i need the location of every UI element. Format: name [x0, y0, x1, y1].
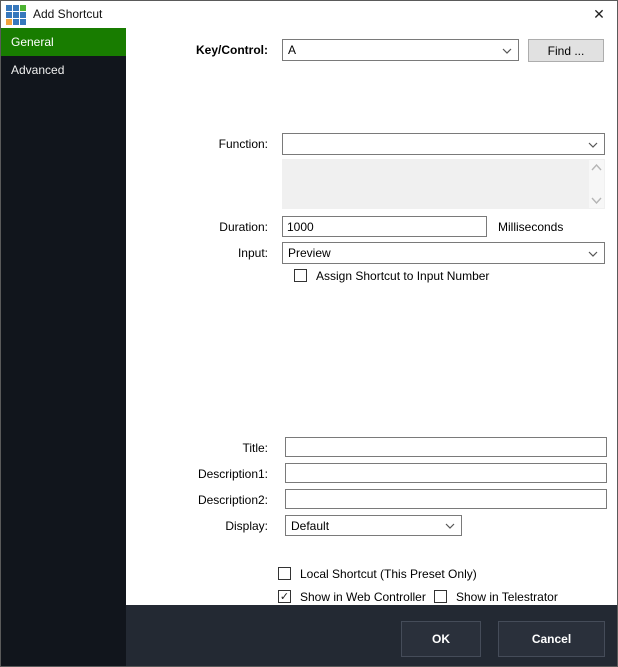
display-label: Display: [126, 515, 268, 537]
key-control-select[interactable]: A [282, 39, 519, 61]
listbox-scrollbar[interactable] [589, 160, 604, 208]
local-shortcut-row: Local Shortcut (This Preset Only) [126, 567, 617, 582]
sidebar-item-advanced[interactable]: Advanced [1, 56, 126, 84]
title-bar: Add Shortcut ✕ [1, 1, 617, 28]
cancel-button[interactable]: Cancel [498, 621, 605, 657]
add-shortcut-dialog: Add Shortcut ✕ General Advanced Key/Cont… [0, 0, 618, 667]
web-controller-label: Show in Web Controller [300, 590, 426, 605]
scroll-down-icon[interactable] [591, 197, 602, 204]
key-control-value: A [288, 43, 296, 57]
description2-input[interactable] [285, 489, 607, 509]
app-grid-icon [6, 5, 26, 25]
ok-button[interactable]: OK [401, 621, 481, 657]
local-shortcut-label: Local Shortcut (This Preset Only) [300, 567, 477, 582]
telestrator-label: Show in Telestrator [456, 590, 558, 605]
description1-label: Description1: [126, 463, 268, 485]
telestrator-checkbox[interactable] [434, 590, 447, 603]
duration-input[interactable] [282, 216, 487, 237]
assign-shortcut-label: Assign Shortcut to Input Number [316, 269, 489, 284]
input-value: Preview [288, 246, 331, 260]
sidebar-item-general[interactable]: General [1, 28, 126, 56]
input-select[interactable]: Preview [282, 242, 605, 264]
assign-shortcut-checkbox[interactable] [294, 269, 307, 282]
sidebar-item-label: General [11, 35, 54, 49]
key-control-label: Key/Control: [126, 39, 268, 61]
chevron-down-icon [588, 251, 598, 257]
function-select[interactable] [282, 133, 605, 155]
input-label: Input: [126, 242, 268, 264]
duration-label: Duration: [126, 216, 268, 238]
chevron-down-icon [588, 142, 598, 148]
window-title: Add Shortcut [33, 1, 102, 28]
description2-label: Description2: [126, 489, 268, 511]
sidebar: General Advanced [1, 28, 126, 666]
sidebar-item-label: Advanced [11, 63, 64, 77]
assign-shortcut-row: Assign Shortcut to Input Number [126, 269, 617, 284]
footer-bar: OK Cancel [126, 605, 617, 666]
scroll-up-icon[interactable] [591, 164, 602, 171]
display-select[interactable]: Default [285, 515, 462, 536]
chevron-down-icon [502, 48, 512, 54]
function-listbox[interactable] [282, 159, 605, 209]
display-value: Default [291, 519, 329, 533]
chevron-down-icon [445, 523, 455, 529]
close-icon[interactable]: ✕ [583, 1, 615, 28]
description1-input[interactable] [285, 463, 607, 483]
general-panel: Key/Control: A Find ... Function: Durati… [126, 28, 617, 605]
function-label: Function: [126, 133, 268, 155]
local-shortcut-checkbox[interactable] [278, 567, 291, 580]
title-input[interactable] [285, 437, 607, 457]
title-label: Title: [126, 437, 268, 459]
milliseconds-label: Milliseconds [498, 216, 563, 238]
web-controller-checkbox[interactable]: ✓ [278, 590, 291, 603]
show-in-row: ✓ Show in Web Controller Show in Telestr… [126, 590, 617, 605]
find-button[interactable]: Find ... [528, 39, 604, 62]
